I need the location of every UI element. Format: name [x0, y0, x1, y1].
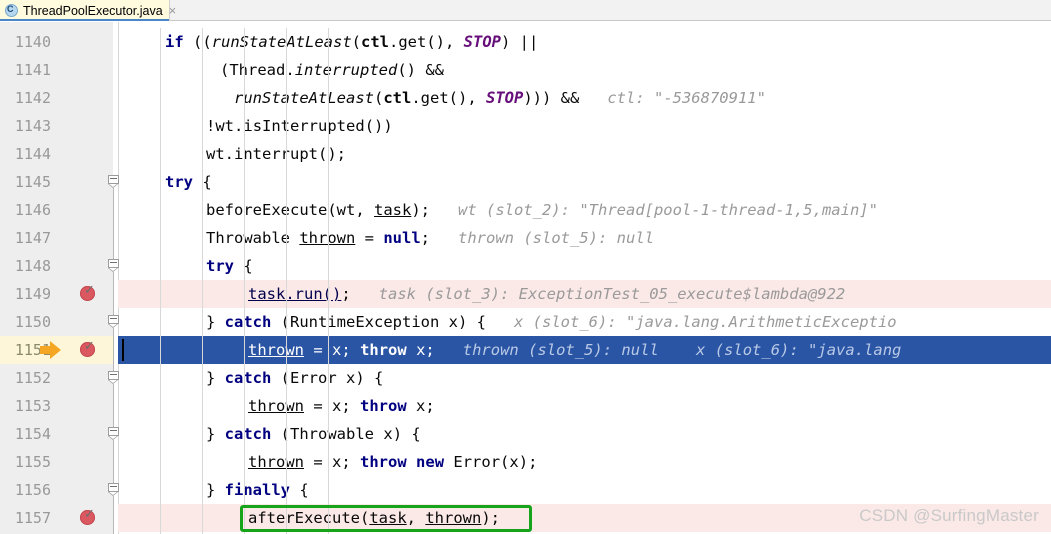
breakpoint-icon[interactable]: ✓: [80, 284, 95, 301]
line-background: [118, 168, 1051, 196]
text-caret: [122, 339, 124, 361]
line-code[interactable]: thrown = x; throw x;: [248, 392, 435, 420]
editor-line[interactable]: 1144 wt.interrupt();: [0, 140, 1051, 168]
indent-guide: [202, 196, 203, 534]
line-number: 1156: [14, 481, 51, 499]
fold-marker-icon[interactable]: [108, 371, 119, 384]
tab-label: ThreadPoolExecutor.java: [23, 3, 163, 18]
inline-debug-hint: x (slot_6): "java.lang.ArithmeticExcepti…: [486, 313, 897, 331]
close-icon[interactable]: ×: [169, 4, 177, 17]
line-number: 1150: [14, 313, 51, 331]
editor-line[interactable]: 1148 try {: [0, 252, 1051, 280]
inline-debug-hint: wt (slot_2): "Thread[pool-1-thread-1,5,m…: [430, 201, 878, 219]
editor-line[interactable]: 1146 beforeExecute(wt, task); wt (slot_2)…: [0, 196, 1051, 224]
line-code[interactable]: } catch (Error x) {: [206, 364, 383, 392]
editor-line[interactable]: 1151 ✓ thrown = x; throw x; thrown (slot_5…: [0, 336, 1051, 364]
breakpoint-icon[interactable]: ✓: [80, 508, 95, 525]
tab-threadpoolexecutor-java[interactable]: C ThreadPoolExecutor.java ×: [0, 0, 176, 21]
editor-line[interactable]: 1141 (Thread.interrupted() &&: [0, 56, 1051, 84]
editor-line[interactable]: 1155 thrown = x; throw new Error(x);: [0, 448, 1051, 476]
fold-connector-line: [113, 496, 114, 534]
fold-marker-icon[interactable]: [108, 315, 119, 328]
editor-line[interactable]: 1152 } catch (Error x) {: [0, 364, 1051, 392]
line-code[interactable]: !wt.isInterrupted()): [206, 112, 393, 140]
editor-line[interactable]: 1140 if ((runStateAtLeast(ctl.get(), STOP…: [0, 28, 1051, 56]
breakpoint-icon[interactable]: ✓: [80, 340, 95, 357]
inline-debug-hint: thrown (slot_5): null x (slot_6): "java.…: [434, 341, 902, 359]
editor-line[interactable]: 1154 } catch (Throwable x) {: [0, 420, 1051, 448]
fold-connector-line: [113, 328, 114, 371]
java-class-icon: C: [5, 3, 19, 18]
fold-connector-line: [113, 188, 114, 259]
inline-debug-hint: thrown (slot_5): null: [430, 229, 654, 247]
java-class-icon-letter: C: [7, 3, 14, 14]
line-code[interactable]: wt.interrupt();: [206, 140, 346, 168]
line-code[interactable]: thrown = x; throw x; thrown (slot_5): nu…: [248, 336, 901, 364]
line-code[interactable]: Throwable thrown = null; thrown (slot_5)…: [206, 224, 654, 252]
line-code[interactable]: (Thread.interrupted() &&: [220, 56, 444, 84]
fold-connector-line: [113, 272, 114, 315]
fold-connector-line: [113, 440, 114, 483]
line-code[interactable]: beforeExecute(wt, task); wt (slot_2): "T…: [206, 196, 878, 224]
editor-line[interactable]: 1156 } finally {: [0, 476, 1051, 504]
line-number: 1152: [14, 369, 51, 387]
line-code[interactable]: try {: [165, 168, 212, 196]
editor-line[interactable]: 1147 Throwable thrown = null; thrown (slo…: [0, 224, 1051, 252]
line-number: 1145: [14, 173, 51, 191]
indent-guide: [160, 28, 161, 534]
line-number: 1143: [14, 117, 51, 135]
line-code[interactable]: task.run(); task (slot_3): ExceptionTest…: [248, 280, 845, 308]
line-code[interactable]: } catch (RuntimeException x) { x (slot_6…: [206, 308, 897, 336]
editor-line[interactable]: 1153 thrown = x; throw x;: [0, 392, 1051, 420]
fold-marker-icon[interactable]: [108, 259, 119, 272]
line-number: 1157: [14, 509, 51, 527]
line-number: 1154: [14, 425, 51, 443]
editor-line[interactable]: 1143 !wt.isInterrupted()): [0, 112, 1051, 140]
editor-line[interactable]: 1145 try {: [0, 168, 1051, 196]
inline-debug-hint: task (slot_3): ExceptionTest_05_execute$…: [350, 285, 846, 303]
editor-tab-bar: C ThreadPoolExecutor.java ×: [0, 0, 1051, 21]
line-number: 1142: [14, 89, 51, 107]
line-code[interactable]: if ((runStateAtLeast(ctl.get(), STOP) ||: [165, 28, 538, 56]
line-code[interactable]: thrown = x; throw new Error(x);: [248, 448, 537, 476]
indent-guide: [286, 28, 287, 534]
tab-active-underline: [0, 19, 169, 21]
editor-line[interactable]: 1142 runStateAtLeast(ctl.get(), STOP))) &…: [0, 84, 1051, 112]
line-number: 1141: [14, 61, 51, 79]
line-number: 1153: [14, 397, 51, 415]
fold-marker-icon[interactable]: [108, 483, 119, 496]
fold-marker-icon[interactable]: [108, 175, 119, 188]
inline-debug-hint: ctl: "-536870911": [579, 89, 766, 107]
line-code[interactable]: } catch (Throwable x) {: [206, 420, 421, 448]
editor-line[interactable]: 1149 ✓ task.run(); task (slot_3): Exceptio…: [0, 280, 1051, 308]
fold-connector-line: [113, 384, 114, 427]
line-number: 1149: [14, 285, 51, 303]
code-editor[interactable]: 1140 if ((runStateAtLeast(ctl.get(), STOP…: [0, 22, 1051, 534]
line-number: 1146: [14, 201, 51, 219]
line-number: 1140: [14, 33, 51, 51]
line-number: 1147: [14, 229, 51, 247]
indent-guide: [244, 28, 245, 534]
editor-line[interactable]: 1150 } catch (RuntimeException x) { x (sl…: [0, 308, 1051, 336]
line-code[interactable]: try {: [206, 252, 253, 280]
fold-marker-icon[interactable]: [108, 427, 119, 440]
line-number: 1144: [14, 145, 51, 163]
line-number: 1148: [14, 257, 51, 275]
line-number: 1155: [14, 453, 51, 471]
line-code[interactable]: } finally {: [206, 476, 309, 504]
watermark: CSDN @SurfingMaster: [859, 506, 1039, 525]
line-background: [118, 252, 1051, 280]
line-code[interactable]: runStateAtLeast(ctl.get(), STOP))) && ct…: [234, 84, 766, 112]
indent-guide: [328, 28, 329, 534]
